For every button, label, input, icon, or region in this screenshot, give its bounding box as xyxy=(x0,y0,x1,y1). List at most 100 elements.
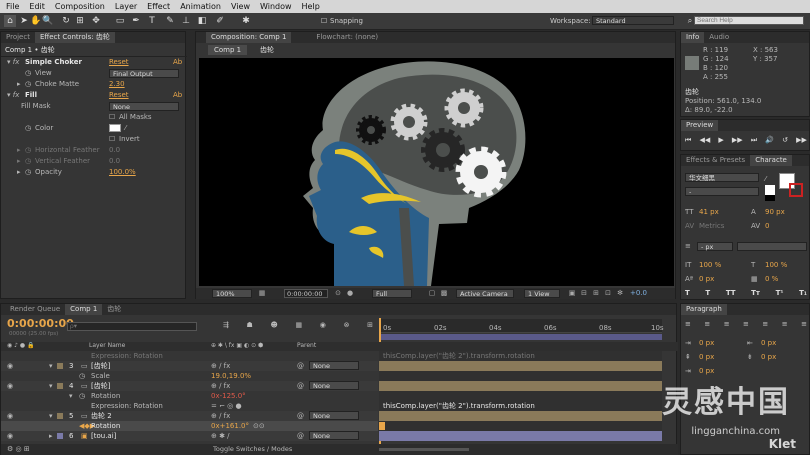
tab-flowchart[interactable]: Flowchart: (none) xyxy=(311,32,383,43)
tab-project[interactable]: Project xyxy=(1,32,35,43)
expand-icon[interactable]: ▸ xyxy=(17,145,21,155)
zoom-slider[interactable] xyxy=(379,448,469,451)
shy-icon[interactable]: ☻ xyxy=(271,321,278,333)
menu-view[interactable]: View xyxy=(231,2,250,11)
work-area-bar[interactable] xyxy=(379,334,662,340)
align-left-icon[interactable]: ≡ xyxy=(685,320,691,330)
expand-icon[interactable]: ▾ xyxy=(49,411,53,421)
draft-3d-icon[interactable]: ☗ xyxy=(247,321,253,333)
flowchart-icon[interactable]: ⊞ xyxy=(592,289,600,297)
frame-blending-icon[interactable]: ▦ xyxy=(295,321,302,333)
stopwatch-icon[interactable]: ◷ xyxy=(79,371,85,381)
rectangle-tool-icon[interactable]: ▭ xyxy=(114,15,126,27)
parent-select[interactable]: None xyxy=(309,411,359,420)
stroke-style-select[interactable] xyxy=(737,242,807,251)
time-ruler[interactable]: 0s 02s 04s 06s 08s 10s xyxy=(379,319,664,333)
justify-center-icon[interactable]: ≡ xyxy=(762,320,768,330)
fill-swatch-white[interactable] xyxy=(765,185,775,195)
stopwatch-icon[interactable]: ◷ xyxy=(79,391,85,401)
puppet-tool-icon[interactable]: ✱ xyxy=(240,15,252,27)
layer-bar[interactable] xyxy=(379,381,662,391)
pickwhip-icon[interactable]: @ xyxy=(297,381,304,391)
tab-preview[interactable]: Preview xyxy=(681,120,719,131)
subtab-comp1[interactable]: Comp 1 xyxy=(208,45,248,55)
label-color[interactable] xyxy=(57,433,63,439)
justify-left-icon[interactable]: ≡ xyxy=(743,320,749,330)
loop-icon[interactable]: ↺ xyxy=(782,136,788,146)
tab-paragraph[interactable]: Paragraph xyxy=(681,304,727,315)
about-link[interactable]: Ab xyxy=(173,90,182,100)
color-channel-icon[interactable]: ● xyxy=(346,289,354,297)
all-masks-checkbox[interactable]: ☐ xyxy=(109,112,115,122)
small-caps-button[interactable]: Tт xyxy=(751,289,760,297)
table-row[interactable]: ◉ ▾ 5 ▭ 齿轮 2 ⊕ ∕ fx @ None xyxy=(1,411,378,421)
layer-switches-icon[interactable]: ⊕ ✱ / xyxy=(211,431,230,441)
menu-effect[interactable]: Effect xyxy=(147,2,170,11)
camera-tool-icon[interactable]: ⊞ xyxy=(74,15,86,27)
table-row[interactable]: ◉ ▾ 4 ▭ [齿轮] ⊕ ∕ fx @ None xyxy=(1,381,378,391)
tracking-value[interactable]: 0 xyxy=(765,221,769,231)
camera-icon[interactable]: ⊙ xyxy=(334,289,342,297)
snapping-checkbox[interactable]: ☐ xyxy=(318,15,330,27)
expand-icon[interactable]: ▾ xyxy=(49,361,53,371)
brainstorm-icon[interactable]: ⊗ xyxy=(344,321,350,333)
tab-audio[interactable]: Audio xyxy=(704,32,734,43)
zoom-select[interactable]: 100% xyxy=(212,289,252,298)
exposure-value[interactable]: +0.0 xyxy=(630,289,647,297)
menu-help[interactable]: Help xyxy=(302,2,320,11)
first-line-indent-value[interactable]: 0 px xyxy=(699,366,714,376)
motion-blur-icon[interactable]: ◉ xyxy=(320,321,326,333)
next-frame-icon[interactable]: ▶▶ xyxy=(732,136,743,146)
horizontal-scale-value[interactable]: 100 % xyxy=(765,260,787,270)
view-select[interactable]: Final Output xyxy=(109,69,179,78)
h-feather-value[interactable]: 0.0 xyxy=(109,145,120,155)
toggle-pixel-icon[interactable]: ▣ xyxy=(568,289,576,297)
eye-icon[interactable]: ◉ xyxy=(7,411,13,421)
expression-text[interactable]: thisComp.layer("齿轮 2").transform.rotatio… xyxy=(383,351,535,361)
brush-tool-icon[interactable]: ✎ xyxy=(164,15,176,27)
property-value[interactable]: 0x-125.0° xyxy=(211,391,246,401)
column-layer-name[interactable]: Layer Name xyxy=(89,342,125,349)
timecode-display[interactable]: 0:00:00:00 xyxy=(284,289,328,298)
menu-layer[interactable]: Layer xyxy=(115,2,137,11)
property-value[interactable]: 0x+161.0° xyxy=(211,421,249,431)
menu-composition[interactable]: Composition xyxy=(55,2,105,11)
layer-bar[interactable] xyxy=(379,411,662,421)
layer-bar[interactable] xyxy=(379,431,662,441)
justify-all-icon[interactable]: ≡ xyxy=(801,320,807,330)
indent-right-value[interactable]: 0 px xyxy=(761,338,776,348)
all-caps-button[interactable]: TT xyxy=(726,289,736,297)
menu-edit[interactable]: Edit xyxy=(29,2,45,11)
rotate-tool-icon[interactable]: ↻ xyxy=(60,15,72,27)
expand-icon[interactable]: ▸ xyxy=(17,79,21,89)
view-layout-select[interactable]: 1 View xyxy=(524,289,560,298)
roto-tool-icon[interactable]: ✐ xyxy=(214,15,226,27)
invert-checkbox[interactable]: ☐ xyxy=(109,134,115,144)
menu-animation[interactable]: Animation xyxy=(180,2,221,11)
stopwatch-icon[interactable]: ◷ xyxy=(25,123,31,133)
kerning-value[interactable]: Metrics xyxy=(699,221,724,231)
faux-bold-button[interactable]: T xyxy=(685,289,690,297)
region-icon[interactable]: ▢ xyxy=(428,289,436,297)
indent-select[interactable]: - px xyxy=(697,242,733,251)
tsume-value[interactable]: 0 % xyxy=(765,274,778,284)
label-color[interactable] xyxy=(57,363,63,369)
expand-icon[interactable]: ▸ xyxy=(17,156,21,166)
stopwatch-icon[interactable]: ◷ xyxy=(25,79,31,89)
layer-switches-icon[interactable]: ⊕ ∕ fx xyxy=(211,381,230,391)
fx-icon[interactable]: ▾ fx xyxy=(7,90,19,100)
first-frame-icon[interactable]: ⏮ xyxy=(685,136,691,146)
column-parent[interactable]: Parent xyxy=(297,342,316,349)
fill-mask-select[interactable]: None xyxy=(109,102,179,111)
parent-select[interactable]: None xyxy=(309,431,359,440)
prev-frame-icon[interactable]: ◀◀ xyxy=(699,136,710,146)
layer-name[interactable]: 齿轮 2 xyxy=(91,411,112,421)
keyframe-icon[interactable] xyxy=(379,422,385,430)
expand-icon[interactable]: ▸ xyxy=(17,167,21,177)
opacity-value[interactable]: 100.0% xyxy=(109,167,136,177)
faux-italic-button[interactable]: T xyxy=(705,289,710,297)
eye-icon[interactable]: ◉ xyxy=(7,361,13,371)
pickwhip-icon[interactable]: @ xyxy=(297,431,304,441)
tab-comp1[interactable]: Comp 1 xyxy=(65,304,103,315)
font-style-select[interactable]: - xyxy=(685,187,759,196)
